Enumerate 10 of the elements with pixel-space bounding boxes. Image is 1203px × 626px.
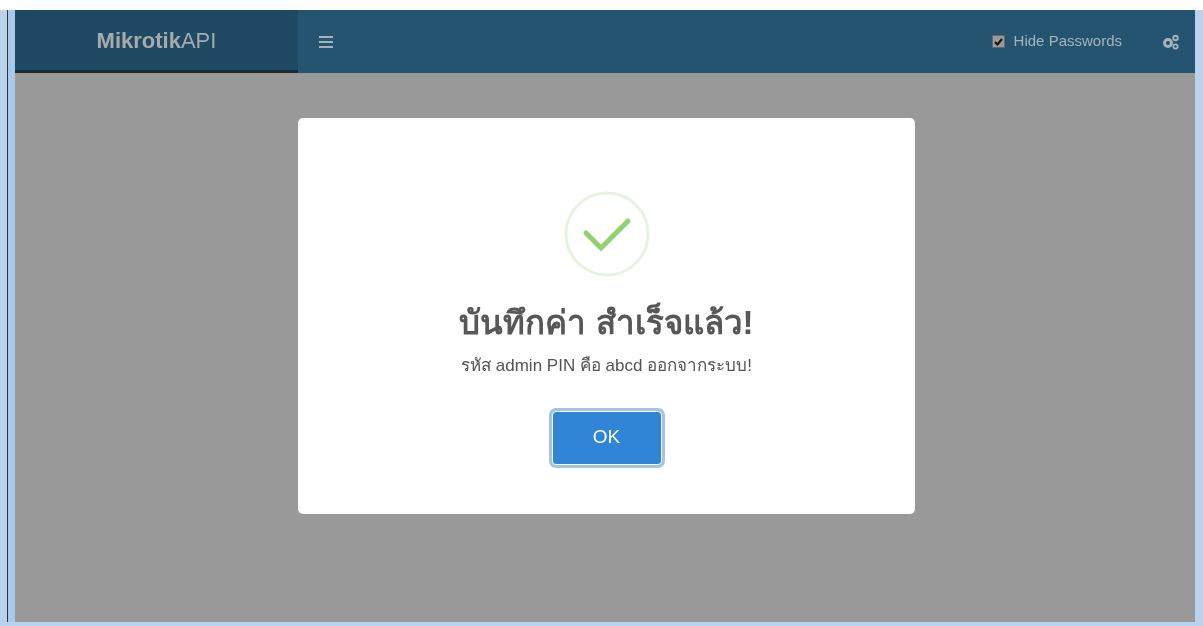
success-check-icon [563, 191, 650, 277]
brand-logo[interactable]: MikrotikAPI [96, 23, 217, 57]
menu-icon [319, 35, 333, 48]
dialog-message: รหัส admin PIN คือ abcd ออกจากระบบ! [461, 355, 752, 377]
hide-passwords-checkbox[interactable] [991, 35, 1005, 48]
dialog-title: บันทึกค่า สำเร็จแล้ว! [459, 303, 754, 343]
settings-icon[interactable] [1162, 33, 1180, 50]
ok-button[interactable]: OK [551, 410, 662, 465]
hide-passwords-label[interactable]: Hide Passwords [1013, 30, 1122, 53]
menu-button[interactable] [317, 33, 335, 50]
